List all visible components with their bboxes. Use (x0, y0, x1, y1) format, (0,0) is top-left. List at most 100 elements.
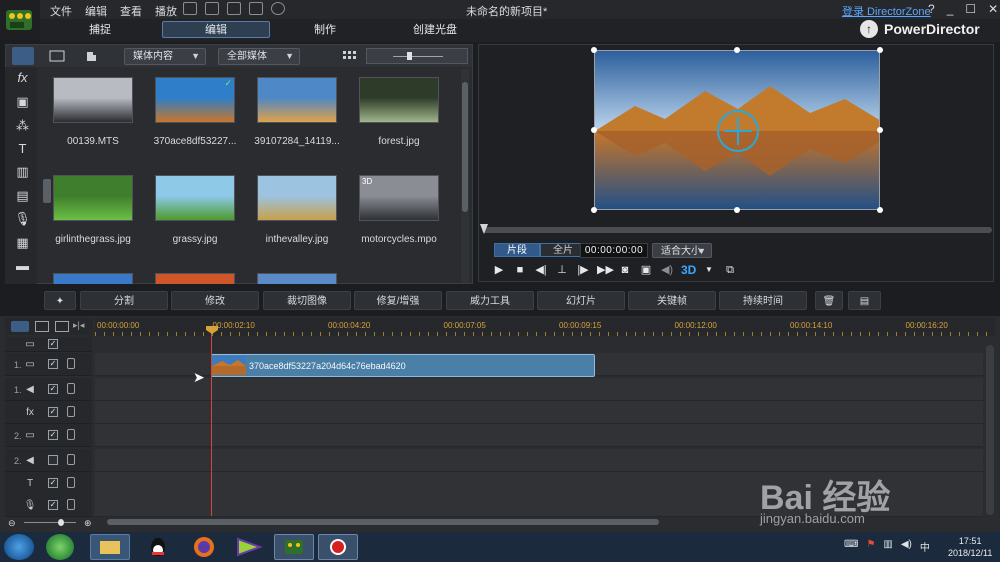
track-header[interactable]: fx ✓ (5, 401, 92, 424)
lock-icon[interactable] (67, 454, 75, 465)
lock-icon[interactable] (67, 383, 75, 394)
media-thumbnail[interactable] (53, 175, 133, 221)
track-enable-checkbox[interactable]: ✓ (48, 478, 58, 488)
track-header[interactable]: 1. ▭ ✓ (5, 353, 92, 376)
function-button[interactable]: 持续时间 (719, 291, 807, 310)
firefox-app-icon[interactable] (184, 534, 224, 560)
title-room-icon[interactable]: T (14, 141, 31, 156)
function-button[interactable]: 分割 (80, 291, 168, 310)
fast-forward-icon[interactable]: ▶▶ (597, 263, 614, 277)
help-button[interactable]: ? (928, 2, 935, 16)
track-enable-checkbox[interactable]: ✓ (48, 359, 58, 369)
plugin-icon[interactable] (82, 47, 104, 65)
track-enable-checkbox[interactable]: ✓ (48, 339, 58, 349)
thumbnail-size-slider[interactable] (366, 48, 468, 64)
zoom-in-icon[interactable]: ⊕ (84, 518, 92, 529)
track-enable-checkbox[interactable]: ✓ (48, 407, 58, 417)
qq-app-icon[interactable] (138, 534, 178, 560)
play-icon[interactable]: ▶ (492, 263, 506, 277)
track-header[interactable]: 1. ◀ ✓ (5, 378, 92, 401)
track-header[interactable]: 2. ▭ ✓ (5, 424, 92, 447)
slider-knob[interactable] (407, 52, 412, 60)
timeline-view-icon[interactable] (11, 321, 29, 332)
track-manager-icon[interactable]: ▸|◂ (73, 320, 84, 331)
function-button[interactable]: 修改 (171, 291, 259, 310)
import-media-icon[interactable] (46, 47, 68, 65)
chapter-room-icon[interactable]: ▦ (14, 235, 31, 250)
media-thumbnail[interactable] (53, 77, 133, 123)
aspect-ratio-icon[interactable] (249, 2, 263, 15)
media-thumbnail[interactable]: ✓ (155, 77, 235, 123)
minimize-button[interactable]: _ (947, 2, 954, 16)
upgrade-arrow-icon[interactable]: ↑ (860, 20, 878, 38)
resize-handle[interactable] (877, 127, 883, 133)
tray-clock[interactable]: 17:51 2018/12/11 (948, 535, 992, 559)
collapse-panel-handle[interactable] (43, 179, 51, 203)
lock-icon[interactable] (67, 429, 75, 440)
media-item[interactable]: 00139.MTS (38, 67, 138, 162)
function-button[interactable]: 幻灯片 (537, 291, 625, 310)
resize-handle[interactable] (591, 207, 597, 213)
tab-edit[interactable]: 编辑 (162, 21, 270, 38)
audio-mixing-icon[interactable]: ▤ (14, 188, 31, 203)
zoom-out-icon[interactable]: ⊖ (8, 518, 16, 529)
gear-icon[interactable] (271, 2, 285, 15)
track-lane[interactable] (95, 424, 983, 447)
track-enable-checkbox[interactable] (48, 455, 58, 465)
stop-icon[interactable]: ■ (513, 263, 527, 277)
timecode-display[interactable]: 00:00:00:00 (580, 243, 648, 258)
tab-create-disc[interactable]: 创建光盘 (400, 22, 470, 39)
menu-edit[interactable]: 编辑 (85, 3, 107, 19)
resize-handle[interactable] (591, 47, 597, 53)
preview-seek-bar[interactable] (482, 227, 992, 233)
grid-view-icon[interactable] (338, 47, 360, 65)
zoom-knob[interactable] (58, 519, 64, 526)
particle-room-icon[interactable]: ⁂ (14, 118, 31, 133)
menu-file[interactable]: 文件 (50, 3, 72, 19)
media-item[interactable]: grassy.jpg (140, 165, 240, 260)
media-thumbnail[interactable] (155, 273, 235, 284)
transition-room-icon[interactable]: ▥ (14, 164, 31, 179)
menu-play[interactable]: 播放 (155, 3, 177, 19)
close-button[interactable]: ✕ (988, 2, 998, 16)
lock-icon[interactable] (67, 499, 75, 510)
function-button[interactable]: 裁切图像 (263, 291, 351, 310)
volume-icon[interactable]: ◀) (901, 539, 912, 554)
chevron-down-icon[interactable]: ▼ (702, 263, 716, 277)
lock-icon[interactable] (67, 477, 75, 488)
playhead-line[interactable] (211, 326, 212, 516)
media-item[interactable]: ✓ 370ace8df53227... (140, 67, 240, 162)
ime-icon[interactable]: 中 (920, 539, 930, 554)
tab-produce[interactable]: 制作 (290, 22, 360, 39)
track-header[interactable]: 2. ◀ (5, 449, 92, 472)
maximize-button[interactable]: ☐ (965, 2, 976, 16)
snapshot-marker-icon[interactable]: ⊥ (555, 263, 569, 277)
fit-timeline-icon[interactable] (55, 321, 69, 332)
explorer-app-icon[interactable] (90, 534, 130, 560)
media-thumbnail[interactable] (257, 273, 337, 284)
flag-icon[interactable]: ⚑ (866, 539, 875, 554)
track-header[interactable]: ▭ ✓ (5, 337, 92, 352)
library-scroll-thumb[interactable] (462, 82, 468, 212)
resize-handle[interactable] (734, 207, 740, 213)
resize-handle[interactable] (734, 47, 740, 53)
timeline-horizontal-scrollbar[interactable] (107, 519, 659, 525)
magic-tools-icon[interactable]: ✦ (44, 291, 76, 310)
media-thumbnail[interactable] (155, 175, 235, 221)
subtitle-room-icon[interactable]: ▬ (14, 258, 31, 273)
track-lane[interactable] (95, 449, 983, 472)
filter-dropdown[interactable]: 全部媒体 ▼ (218, 48, 300, 65)
resize-handle[interactable] (877, 47, 883, 53)
volume-icon[interactable]: ◀) (660, 263, 674, 277)
powerdirector-app-icon[interactable] (274, 534, 314, 560)
microphone-icon[interactable]: 🎙 (14, 211, 31, 226)
function-button[interactable]: 修复/增强 (354, 291, 442, 310)
start-button[interactable] (4, 534, 34, 560)
lock-icon[interactable] (67, 406, 75, 417)
recorder-app-icon[interactable] (318, 534, 358, 560)
lock-icon[interactable] (67, 358, 75, 369)
media-thumbnail[interactable] (257, 175, 337, 221)
track-enable-checkbox[interactable]: ✓ (48, 500, 58, 510)
3d-mode-button[interactable]: 3D (681, 263, 696, 277)
media-item[interactable]: girlinthegrass.jpg (38, 165, 138, 260)
